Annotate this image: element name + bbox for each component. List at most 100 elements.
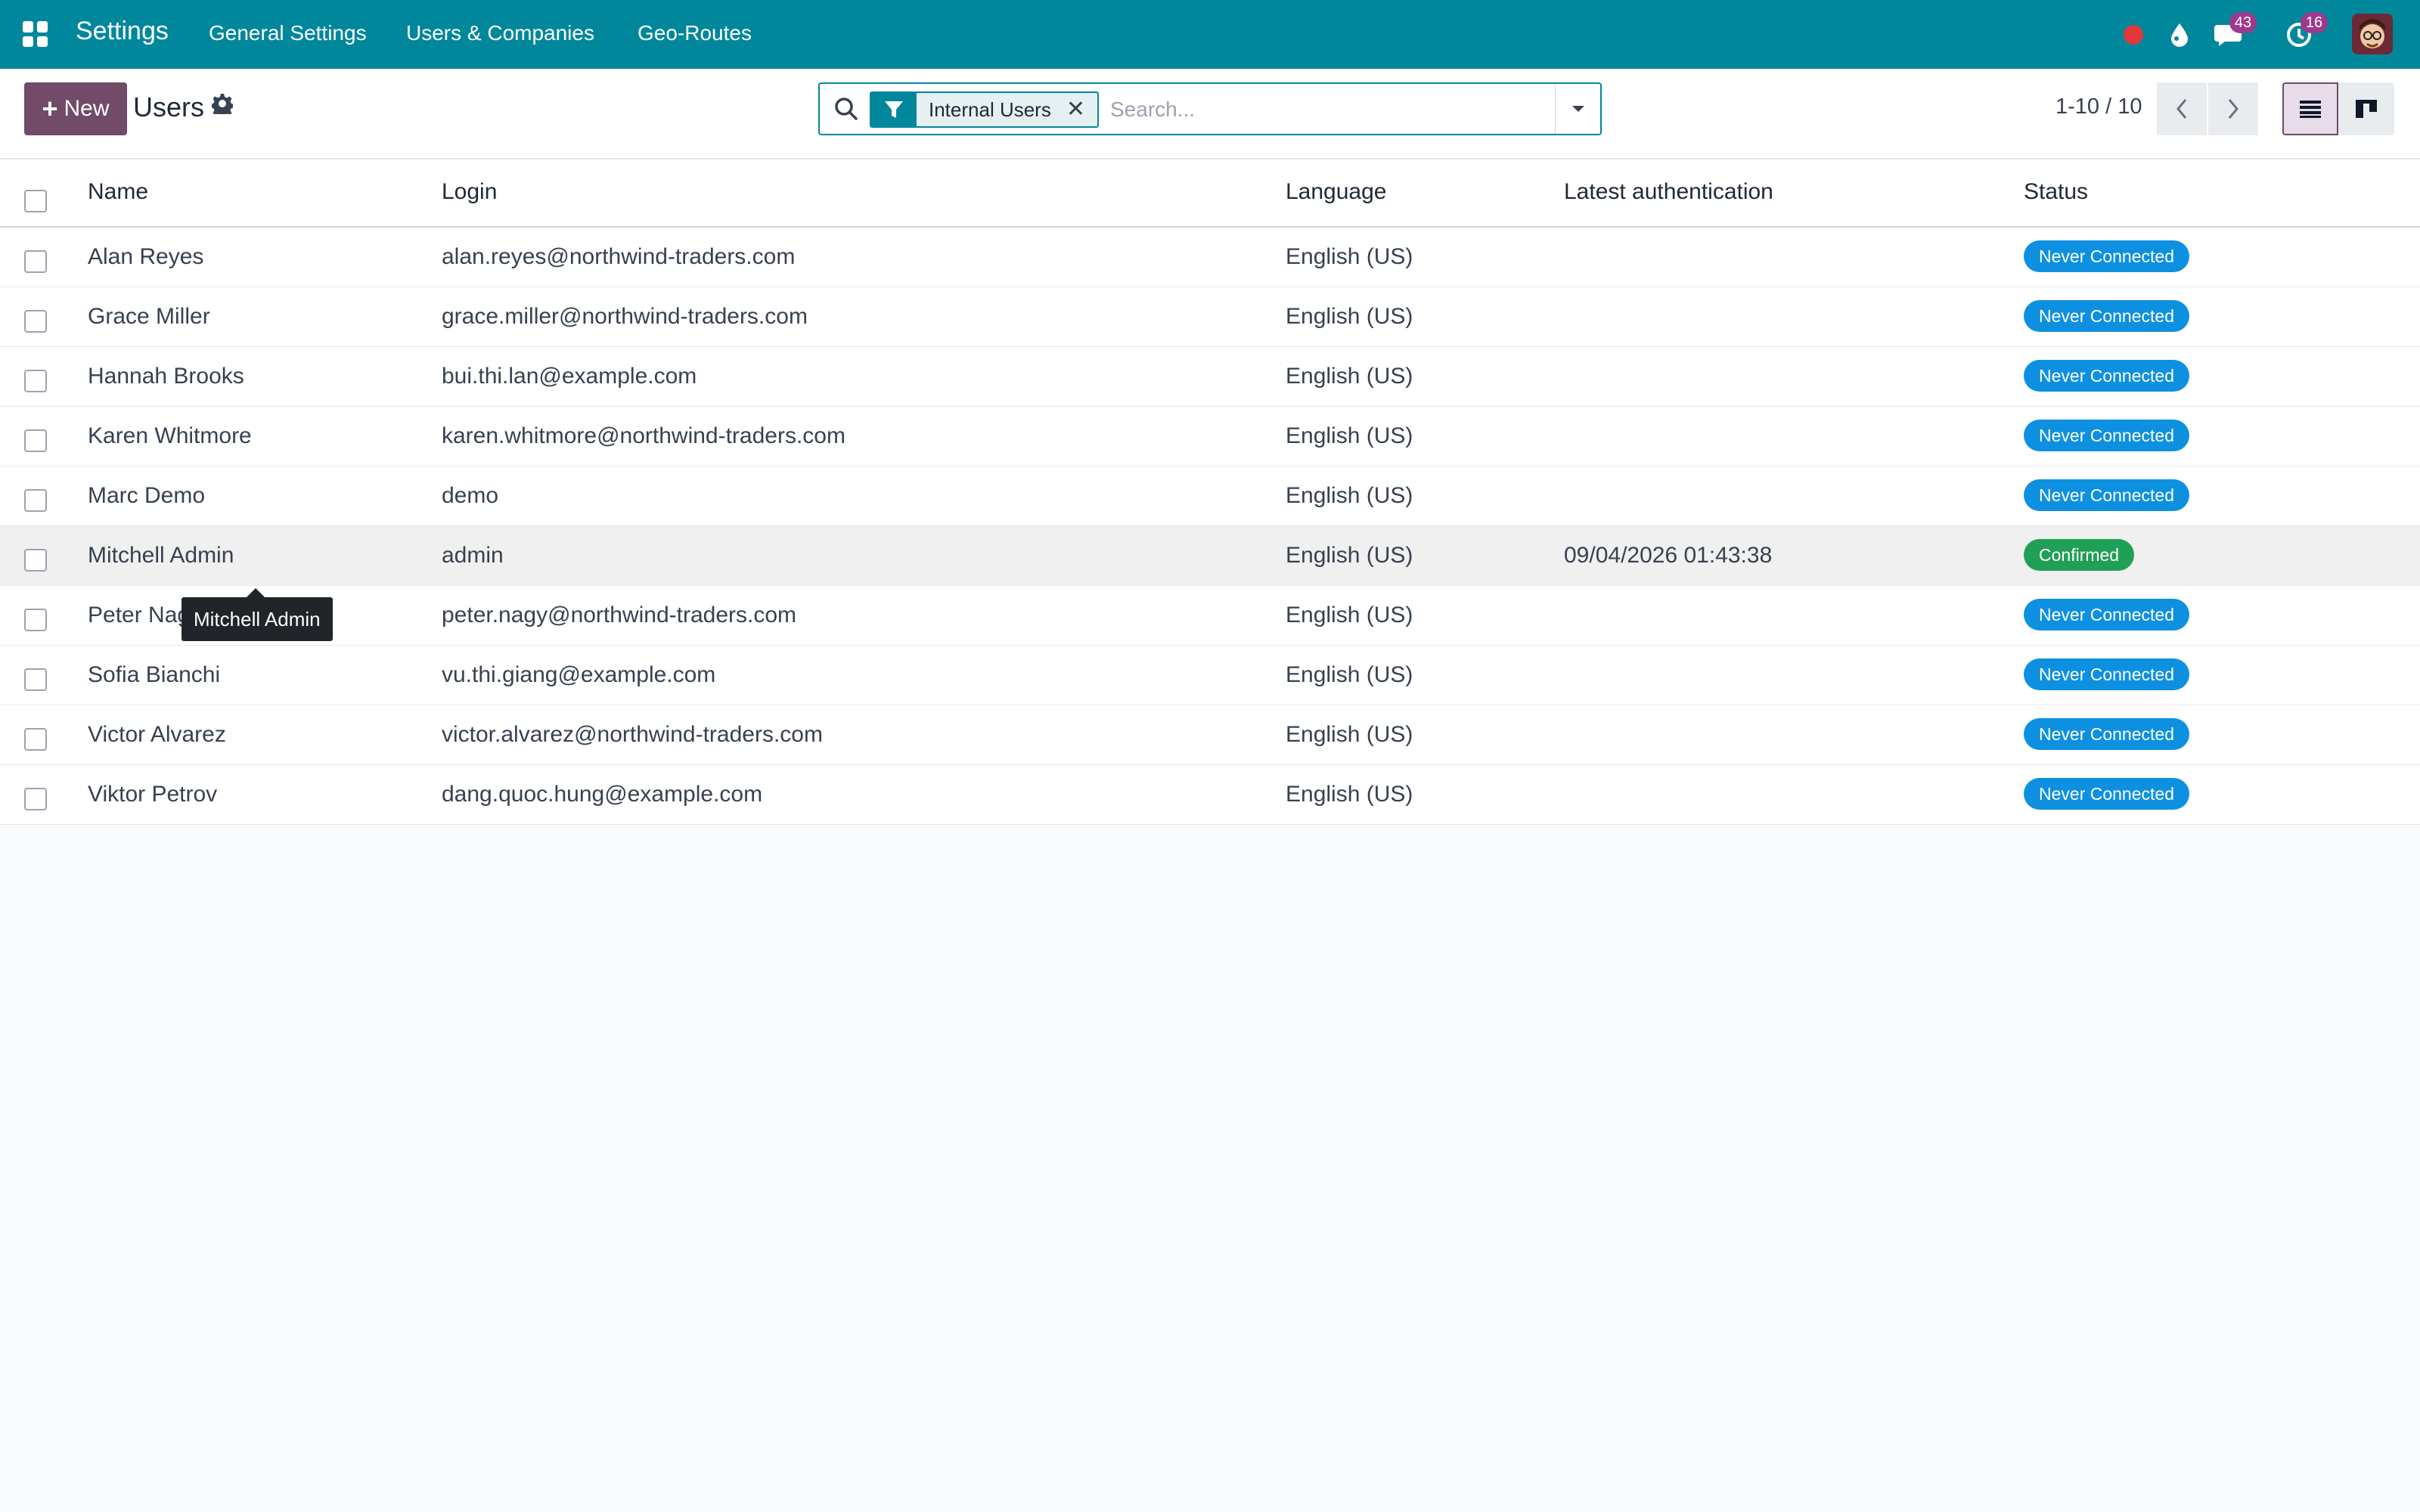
list-view-button[interactable] [2282, 82, 2338, 135]
search-options-toggle[interactable] [1555, 84, 1600, 134]
table-row[interactable]: Marc Demo demo English (US) Never Connected [0, 466, 2420, 526]
new-button[interactable]: + New [24, 82, 127, 135]
table-row[interactable]: Sofia Bianchi vu.thi.giang@example.com Eng… [0, 646, 2420, 705]
column-header-latest-authentication[interactable]: Latest authentication [1564, 179, 1773, 205]
table-row[interactable]: Victor Alvarez victor.alvarez@northwind-t… [0, 705, 2420, 765]
record-dot-icon[interactable] [2124, 18, 2143, 51]
cell-login: alan.reyes@northwind-traders.com [442, 244, 796, 269]
table-row[interactable]: Viktor Petrov dang.quoc.hung@example.com E… [0, 765, 2420, 825]
control-panel: + New Users Internal Users ✕ 1-10 / 10 [0, 69, 2420, 160]
cell-name: Karen Whitmore [88, 423, 252, 448]
status-badge: Never Connected [2024, 360, 2189, 392]
app-title[interactable]: Settings [76, 17, 169, 46]
cell-name: Grace Miller [88, 304, 210, 329]
status-badge: Never Connected [2024, 479, 2189, 511]
status-badge: Confirmed [2024, 539, 2135, 571]
name-tooltip: Mitchell Admin [182, 597, 333, 641]
status-badge: Never Connected [2024, 718, 2189, 750]
menu-general-settings[interactable]: General Settings [209, 21, 367, 45]
column-header-language[interactable]: Language [1286, 179, 1386, 205]
table-body: Alan Reyes alan.reyes@northwind-traders.c… [0, 228, 2420, 825]
internal-users-filter-facet[interactable]: Internal Users ✕ [870, 91, 1099, 128]
column-header-status[interactable]: Status [2024, 179, 2088, 205]
table-row[interactable]: Grace Miller grace.miller@northwind-trade… [0, 287, 2420, 347]
search-bar: Internal Users ✕ [818, 82, 1602, 135]
status-badge: Never Connected [2024, 778, 2189, 810]
row-checkbox[interactable] [24, 250, 47, 273]
list-view-icon [2300, 101, 2321, 118]
row-checkbox[interactable] [24, 370, 47, 392]
cell-login: dang.quoc.hung@example.com [442, 782, 763, 807]
cell-language: English (US) [1286, 603, 1413, 627]
cell-language: English (US) [1286, 662, 1413, 687]
cell-language: English (US) [1286, 543, 1413, 568]
chevron-left-icon [2176, 99, 2187, 119]
pager-previous-button[interactable] [2157, 82, 2207, 135]
cell-login: peter.nagy@northwind-traders.com [442, 603, 797, 627]
caret-down-icon [1571, 106, 1584, 112]
select-all-checkbox[interactable] [24, 190, 47, 212]
cell-name: Viktor Petrov [88, 782, 218, 807]
tooltip-arrow [247, 588, 265, 597]
cell-language: English (US) [1286, 304, 1413, 329]
column-header-login[interactable]: Login [442, 179, 497, 205]
top-navbar: Settings General Settings Users & Compan… [0, 0, 2420, 69]
chevron-right-icon [2228, 99, 2238, 119]
kanban-view-button[interactable] [2338, 82, 2394, 135]
cell-name: Victor Alvarez [88, 722, 226, 747]
users-list-table: Name Login Language Latest authenticatio… [0, 160, 2420, 825]
plus-icon: + [42, 93, 58, 124]
activities-count-badge: 16 [2301, 12, 2328, 33]
cell-latest-authentication: 09/04/2026 01:43:38 [1564, 543, 1773, 568]
row-checkbox[interactable] [24, 310, 47, 333]
user-avatar[interactable] [2352, 14, 2393, 54]
cell-language: English (US) [1286, 364, 1413, 389]
cell-name: Sofia Bianchi [88, 662, 221, 687]
row-checkbox[interactable] [24, 609, 47, 631]
breadcrumb: Users [133, 91, 205, 122]
cell-login: bui.thi.lan@example.com [442, 364, 697, 389]
cell-name: Marc Demo [88, 483, 206, 508]
row-checkbox[interactable] [24, 429, 47, 452]
new-button-label: New [64, 96, 110, 121]
cell-login: vu.thi.giang@example.com [442, 662, 716, 687]
table-row[interactable]: Hannah Brooks bui.thi.lan@example.com Engl… [0, 347, 2420, 407]
row-checkbox[interactable] [24, 549, 47, 572]
table-row[interactable]: Alan Reyes alan.reyes@northwind-traders.c… [0, 228, 2420, 287]
droplet-icon[interactable] [2166, 18, 2193, 51]
filter-icon [871, 93, 917, 126]
gear-icon[interactable] [210, 93, 234, 120]
search-icon[interactable] [833, 96, 859, 122]
cell-name: Mitchell Admin [88, 543, 234, 568]
row-checkbox[interactable] [24, 489, 47, 512]
cell-login: grace.miller@northwind-traders.com [442, 304, 808, 329]
pager-value[interactable]: 1-10 / 10 [2055, 94, 2142, 119]
cell-language: English (US) [1286, 423, 1413, 448]
pager-next-button[interactable] [2208, 82, 2258, 135]
cell-login: victor.alvarez@northwind-traders.com [442, 722, 823, 747]
row-checkbox[interactable] [24, 788, 47, 810]
cell-login: demo [442, 483, 499, 508]
search-input[interactable] [1110, 93, 1534, 126]
status-badge: Never Connected [2024, 420, 2189, 451]
apps-grid-icon[interactable] [23, 21, 48, 47]
table-header: Name Login Language Latest authenticatio… [0, 160, 2420, 228]
column-header-name[interactable]: Name [88, 179, 148, 205]
close-icon[interactable]: ✕ [1063, 93, 1097, 126]
filter-facet-label: Internal Users [917, 93, 1063, 126]
table-row[interactable]: Peter Nagy peter.nagy@northwind-traders.c… [0, 586, 2420, 646]
row-checkbox[interactable] [24, 668, 47, 691]
menu-users-companies[interactable]: Users & Companies [406, 21, 594, 45]
cell-language: English (US) [1286, 722, 1413, 747]
row-checkbox[interactable] [24, 728, 47, 751]
table-row[interactable]: Karen Whitmore karen.whitmore@northwind-t… [0, 407, 2420, 466]
activity-clock-icon[interactable]: 16 [2284, 12, 2328, 51]
messages-count-badge: 43 [2229, 12, 2257, 33]
table-row[interactable]: Mitchell Admin admin English (US) 09/04/202… [0, 526, 2420, 586]
chat-icon[interactable]: 43 [2213, 12, 2257, 51]
cell-name: Hannah Brooks [88, 364, 244, 389]
status-badge: Never Connected [2024, 240, 2189, 272]
cell-login: admin [442, 543, 504, 568]
status-badge: Never Connected [2024, 300, 2189, 332]
menu-geo-routes[interactable]: Geo-Routes [638, 21, 752, 45]
